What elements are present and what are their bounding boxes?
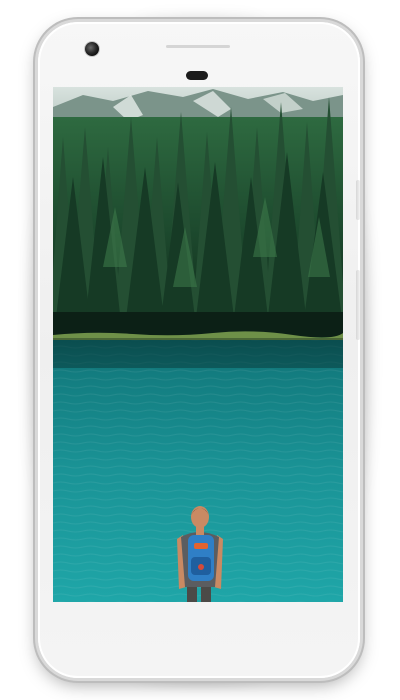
proximity-sensor: [186, 71, 208, 80]
lake-forest-photo: [53, 87, 343, 602]
speaker-grille: [166, 45, 230, 48]
front-camera-icon: [85, 42, 99, 56]
power-button: [356, 180, 360, 220]
device-mockup: [0, 0, 400, 700]
phone-screen: [53, 87, 343, 602]
volume-button: [356, 270, 360, 340]
